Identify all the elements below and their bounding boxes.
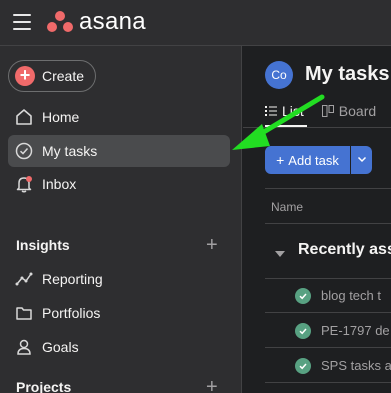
sidebar-item-label: Portfolios [42,305,101,321]
section-header-recently-assigned[interactable]: Recently assigned [298,241,391,259]
tabs-divider [243,127,391,128]
person-icon [14,337,34,357]
page-title: My tasks [305,63,390,85]
board-icon [321,105,334,117]
task-name[interactable]: blog tech t [321,288,381,303]
collapse-caret-icon[interactable] [275,246,285,264]
sidebar-item-label: Reporting [42,271,103,287]
asana-logo-icon [47,11,73,33]
sidebar-item-reporting[interactable]: Reporting [8,263,230,295]
home-icon [14,107,34,127]
create-button[interactable]: + Create [8,60,96,92]
sidebar-item-label: My tasks [42,143,98,159]
sidebar-item-home[interactable]: Home [8,101,230,133]
folder-icon [14,303,34,323]
sidebar-item-label: Goals [42,339,79,355]
main-content: Co My tasks List Board + Add task Name R… [243,46,391,393]
avatar[interactable]: Co [265,61,293,89]
complete-check-icon[interactable] [295,358,311,374]
asana-logo[interactable]: asana [47,10,146,34]
add-insight-plus-icon[interactable]: + [206,235,218,255]
task-name[interactable]: PE-1797 de [321,323,390,338]
section-title-insights: Insights [16,237,70,253]
check-circle-icon [14,141,34,161]
tab-label: Board [338,103,377,119]
list-icon [265,105,277,117]
task-name[interactable]: SPS tasks a [321,358,391,373]
plus-icon: + [15,66,35,86]
complete-check-icon[interactable] [295,323,311,339]
add-task-label: Add task [288,152,339,168]
sidebar-item-goals[interactable]: Goals [8,331,230,363]
create-label: Create [42,68,85,84]
hamburger-menu-icon[interactable] [13,14,31,30]
add-project-plus-icon[interactable]: + [206,377,218,393]
task-row[interactable]: PE-1797 de [265,314,391,348]
section-title-projects: Projects [16,379,72,393]
chevron-down-icon [357,151,367,169]
task-row[interactable]: SPS tasks a [265,349,391,383]
bell-icon [14,174,34,194]
sidebar: + Create Home My tasks Inbox Insights + … [0,46,242,393]
add-task-dropdown-button[interactable] [351,146,372,174]
sidebar-item-portfolios[interactable]: Portfolios [8,297,230,329]
top-bar: asana [0,0,391,46]
sidebar-item-label: Inbox [42,176,77,192]
divider [265,188,391,189]
plus-icon: + [276,152,285,168]
complete-check-icon[interactable] [295,288,311,304]
divider [265,223,391,224]
logo-text: asana [79,8,146,35]
sidebar-item-label: Home [42,109,80,125]
chart-icon [14,269,34,289]
tab-board[interactable]: Board [321,102,377,120]
task-row[interactable]: blog tech t [265,279,391,313]
column-header-name[interactable]: Name [271,200,303,214]
add-task-button[interactable]: + Add task [265,146,350,174]
tab-label: List [282,103,304,119]
tab-list[interactable]: List [265,102,304,120]
sidebar-item-inbox[interactable]: Inbox [8,168,230,200]
view-tabs: List Board [265,102,391,120]
sidebar-item-my-tasks[interactable]: My tasks [8,135,230,167]
